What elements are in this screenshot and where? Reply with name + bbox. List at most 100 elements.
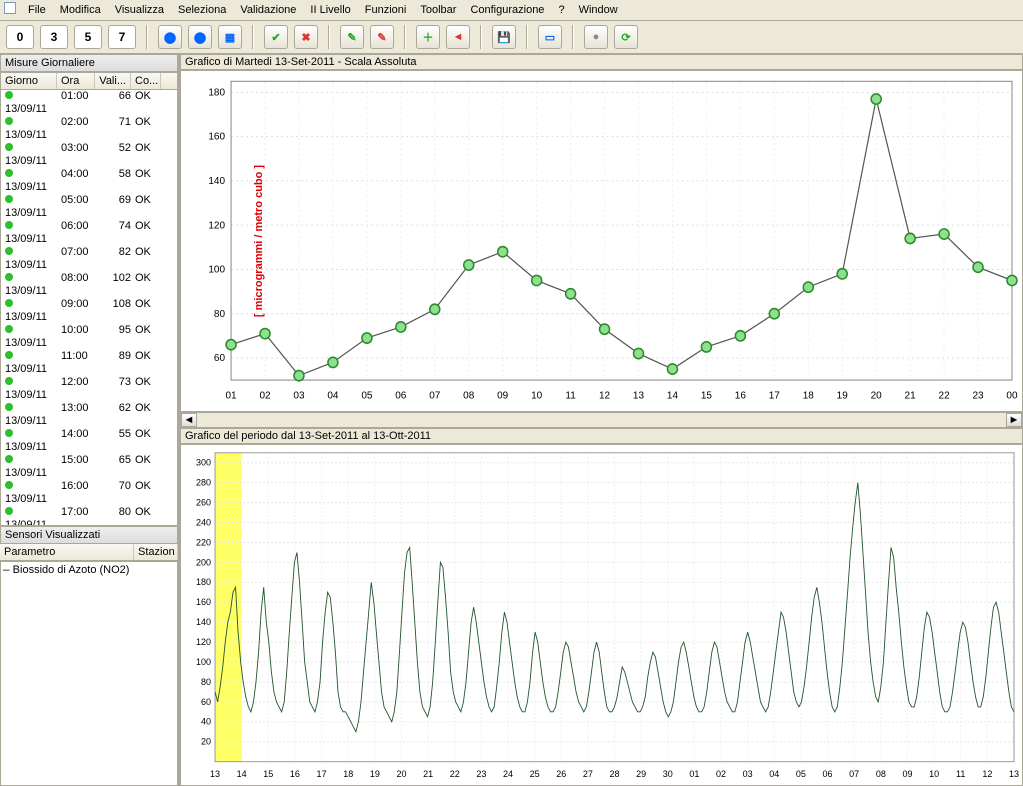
misure-table[interactable]: Giorno Ora Vali... Co... 13/09/1101:0066… [0, 72, 178, 526]
svg-text:21: 21 [423, 769, 433, 779]
menu-visualizza[interactable]: Visualizza [109, 2, 170, 18]
scroll-left-icon[interactable]: ◄ [181, 413, 197, 427]
toolbar: 0 3 5 7 ⬤ ⬤ ▦ ✔ ✖ ✎ ✎ ＋ ◄ 💾 ▭ ● ⟳ [0, 21, 1023, 54]
chart1-hscroll[interactable]: ◄ ► [180, 412, 1023, 428]
db-grid-button[interactable]: ▦ [218, 25, 242, 49]
menu-config[interactable]: Configurazione [464, 2, 550, 18]
svg-text:100: 100 [196, 657, 211, 667]
svg-text:30: 30 [663, 769, 673, 779]
scroll-right-icon[interactable]: ► [1006, 413, 1022, 427]
pencil-green-button[interactable]: ✎ [340, 25, 364, 49]
svg-text:28: 28 [610, 769, 620, 779]
menu-checkbox[interactable] [4, 2, 16, 14]
menu-window[interactable]: Window [573, 2, 624, 18]
table-row[interactable]: 13/09/1111:0089OK [1, 350, 177, 376]
plus-button[interactable]: ＋ [416, 25, 440, 49]
table-row[interactable]: 13/09/1103:0052OK [1, 142, 177, 168]
refresh-button[interactable]: ⟳ [614, 25, 638, 49]
svg-text:160: 160 [208, 132, 225, 143]
col-ora[interactable]: Ora [57, 73, 95, 89]
separator [572, 25, 574, 49]
svg-text:14: 14 [667, 391, 678, 402]
svg-text:13: 13 [210, 769, 220, 779]
svg-text:60: 60 [214, 353, 225, 364]
calendar-3-button[interactable]: 3 [40, 25, 68, 49]
table-row[interactable]: 13/09/1108:00102OK [1, 272, 177, 298]
svg-text:20: 20 [871, 391, 882, 402]
db-blue2-button[interactable]: ⬤ [188, 25, 212, 49]
col-stazion[interactable]: Stazion [134, 544, 178, 560]
sensor-header[interactable]: Parametro Stazion [0, 544, 178, 561]
table-row[interactable]: 13/09/1112:0073OK [1, 376, 177, 402]
svg-text:09: 09 [497, 391, 508, 402]
menu-funzioni[interactable]: Funzioni [359, 2, 413, 18]
table-row[interactable]: 13/09/1117:0080OK [1, 506, 177, 526]
table-row[interactable]: 13/09/1102:0071OK [1, 116, 177, 142]
pencil-red-button[interactable]: ✎ [370, 25, 394, 49]
svg-text:25: 25 [530, 769, 540, 779]
back-button[interactable]: ◄ [446, 25, 470, 49]
svg-text:140: 140 [208, 176, 225, 187]
menu-modifica[interactable]: Modifica [54, 2, 107, 18]
svg-text:17: 17 [317, 769, 327, 779]
svg-text:24: 24 [503, 769, 513, 779]
svg-text:08: 08 [876, 769, 886, 779]
svg-text:60: 60 [201, 697, 211, 707]
db-blue1-button[interactable]: ⬤ [158, 25, 182, 49]
window-button[interactable]: ▭ [538, 25, 562, 49]
calendar-5-button[interactable]: 5 [74, 25, 102, 49]
menu-seleziona[interactable]: Seleziona [172, 2, 232, 18]
svg-text:00: 00 [1006, 391, 1017, 402]
misure-panel-title: Misure Giornaliere [0, 54, 178, 72]
svg-text:13: 13 [1009, 769, 1019, 779]
svg-text:16: 16 [290, 769, 300, 779]
table-row[interactable]: 13/09/1107:0082OK [1, 246, 177, 272]
svg-text:12: 12 [982, 769, 992, 779]
table-row[interactable]: 13/09/1113:0062OK [1, 402, 177, 428]
table-row[interactable]: 13/09/1105:0069OK [1, 194, 177, 220]
svg-text:03: 03 [743, 769, 753, 779]
table-row[interactable]: 13/09/1104:0058OK [1, 168, 177, 194]
table-row[interactable]: 13/09/1115:0065OK [1, 454, 177, 480]
svg-text:11: 11 [565, 391, 576, 402]
table-row[interactable]: 13/09/1116:0070OK [1, 480, 177, 506]
svg-text:02: 02 [259, 391, 270, 402]
col-giorno[interactable]: Giorno [1, 73, 57, 89]
svg-text:80: 80 [214, 309, 225, 320]
table-row[interactable]: 13/09/1101:0066OK [1, 90, 177, 116]
calendar-7-button[interactable]: 7 [108, 25, 136, 49]
table-header[interactable]: Giorno Ora Vali... Co... [1, 73, 177, 90]
svg-text:22: 22 [450, 769, 460, 779]
table-row[interactable]: 13/09/1109:00108OK [1, 298, 177, 324]
menu-help[interactable]: ? [552, 2, 570, 18]
record-button[interactable]: ● [584, 25, 608, 49]
col-parametro[interactable]: Parametro [0, 544, 134, 560]
svg-text:04: 04 [327, 391, 338, 402]
menu-iilivello[interactable]: II Livello [304, 2, 356, 18]
table-row[interactable]: 13/09/1110:0095OK [1, 324, 177, 350]
svg-text:120: 120 [208, 220, 225, 231]
calendar-0-button[interactable]: 0 [6, 25, 34, 49]
table-row[interactable]: 13/09/1106:0074OK [1, 220, 177, 246]
svg-text:11: 11 [956, 769, 965, 779]
svg-text:19: 19 [370, 769, 380, 779]
menu-validazione[interactable]: Validazione [234, 2, 302, 18]
menu-file[interactable]: File [22, 2, 52, 18]
svg-text:180: 180 [196, 577, 211, 587]
svg-text:04: 04 [769, 769, 779, 779]
svg-text:05: 05 [796, 769, 806, 779]
svg-text:16: 16 [735, 391, 746, 402]
save-button[interactable]: 💾 [492, 25, 516, 49]
col-vali[interactable]: Vali... [95, 73, 131, 89]
sensor-item[interactable]: — Biossido di Azoto (NO2) [3, 564, 175, 577]
cancel-button[interactable]: ✖ [294, 25, 318, 49]
chart1-area[interactable]: [ microgrammi / metro cubo ] 60801001201… [180, 70, 1023, 412]
svg-text:240: 240 [196, 518, 211, 528]
chart2-area[interactable]: 2040608010012014016018020022024026028030… [180, 444, 1023, 786]
menu-toolbar[interactable]: Toolbar [414, 2, 462, 18]
sensor-list[interactable]: — Biossido di Azoto (NO2) [0, 561, 178, 786]
table-row[interactable]: 13/09/1114:0055OK [1, 428, 177, 454]
ok-button[interactable]: ✔ [264, 25, 288, 49]
separator [328, 25, 330, 49]
col-co[interactable]: Co... [131, 73, 161, 89]
